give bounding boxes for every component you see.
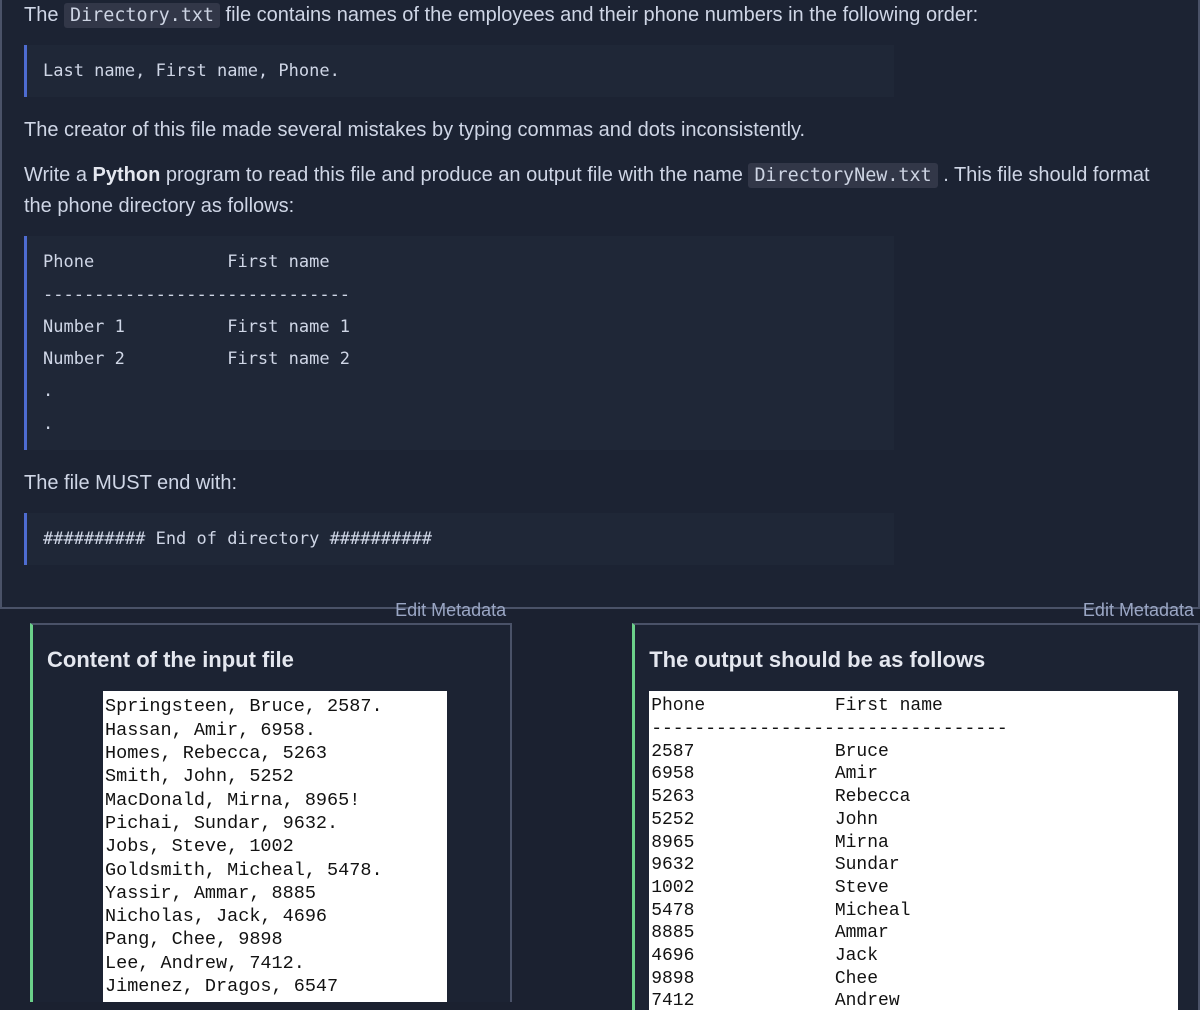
- input-format-block: Last name, First name, Phone.: [24, 45, 894, 97]
- output-file-content: Phone First name -----------------------…: [649, 691, 1178, 1010]
- question-cell: The Directory.txt file contains names of…: [0, 0, 1200, 609]
- must-end-paragraph: The file MUST end with:: [24, 468, 1164, 499]
- bottom-row: Edit Metadata Content of the input file …: [0, 623, 1200, 1010]
- output-panel-title: The output should be as follows: [649, 643, 1178, 677]
- write-program-paragraph: Write a Python program to read this file…: [24, 160, 1164, 222]
- input-file-panel: Edit Metadata Content of the input file …: [30, 623, 512, 1002]
- mistakes-paragraph: The creator of this file made several mi…: [24, 115, 1164, 146]
- edit-metadata-link[interactable]: Edit Metadata: [1083, 597, 1194, 625]
- text: program to read this file and produce an…: [166, 164, 749, 186]
- output-panel: Edit Metadata The output should be as fo…: [632, 623, 1200, 1010]
- end-marker-block: ########## End of directory ##########: [24, 513, 894, 565]
- text: Write a: [24, 164, 93, 186]
- intro-paragraph: The Directory.txt file contains names of…: [24, 0, 1164, 31]
- python-keyword: Python: [93, 164, 161, 186]
- output-filename-code: DirectoryNew.txt: [748, 163, 937, 188]
- output-format-block: Phone First name -----------------------…: [24, 236, 894, 450]
- edit-metadata-link[interactable]: Edit Metadata: [395, 597, 506, 625]
- input-panel-title: Content of the input file: [47, 643, 490, 677]
- text: file contains names of the employees and…: [226, 4, 979, 26]
- text: The: [24, 4, 64, 26]
- input-filename-code: Directory.txt: [64, 3, 220, 28]
- input-file-content: Springsteen, Bruce, 2587. Hassan, Amir, …: [103, 691, 447, 1002]
